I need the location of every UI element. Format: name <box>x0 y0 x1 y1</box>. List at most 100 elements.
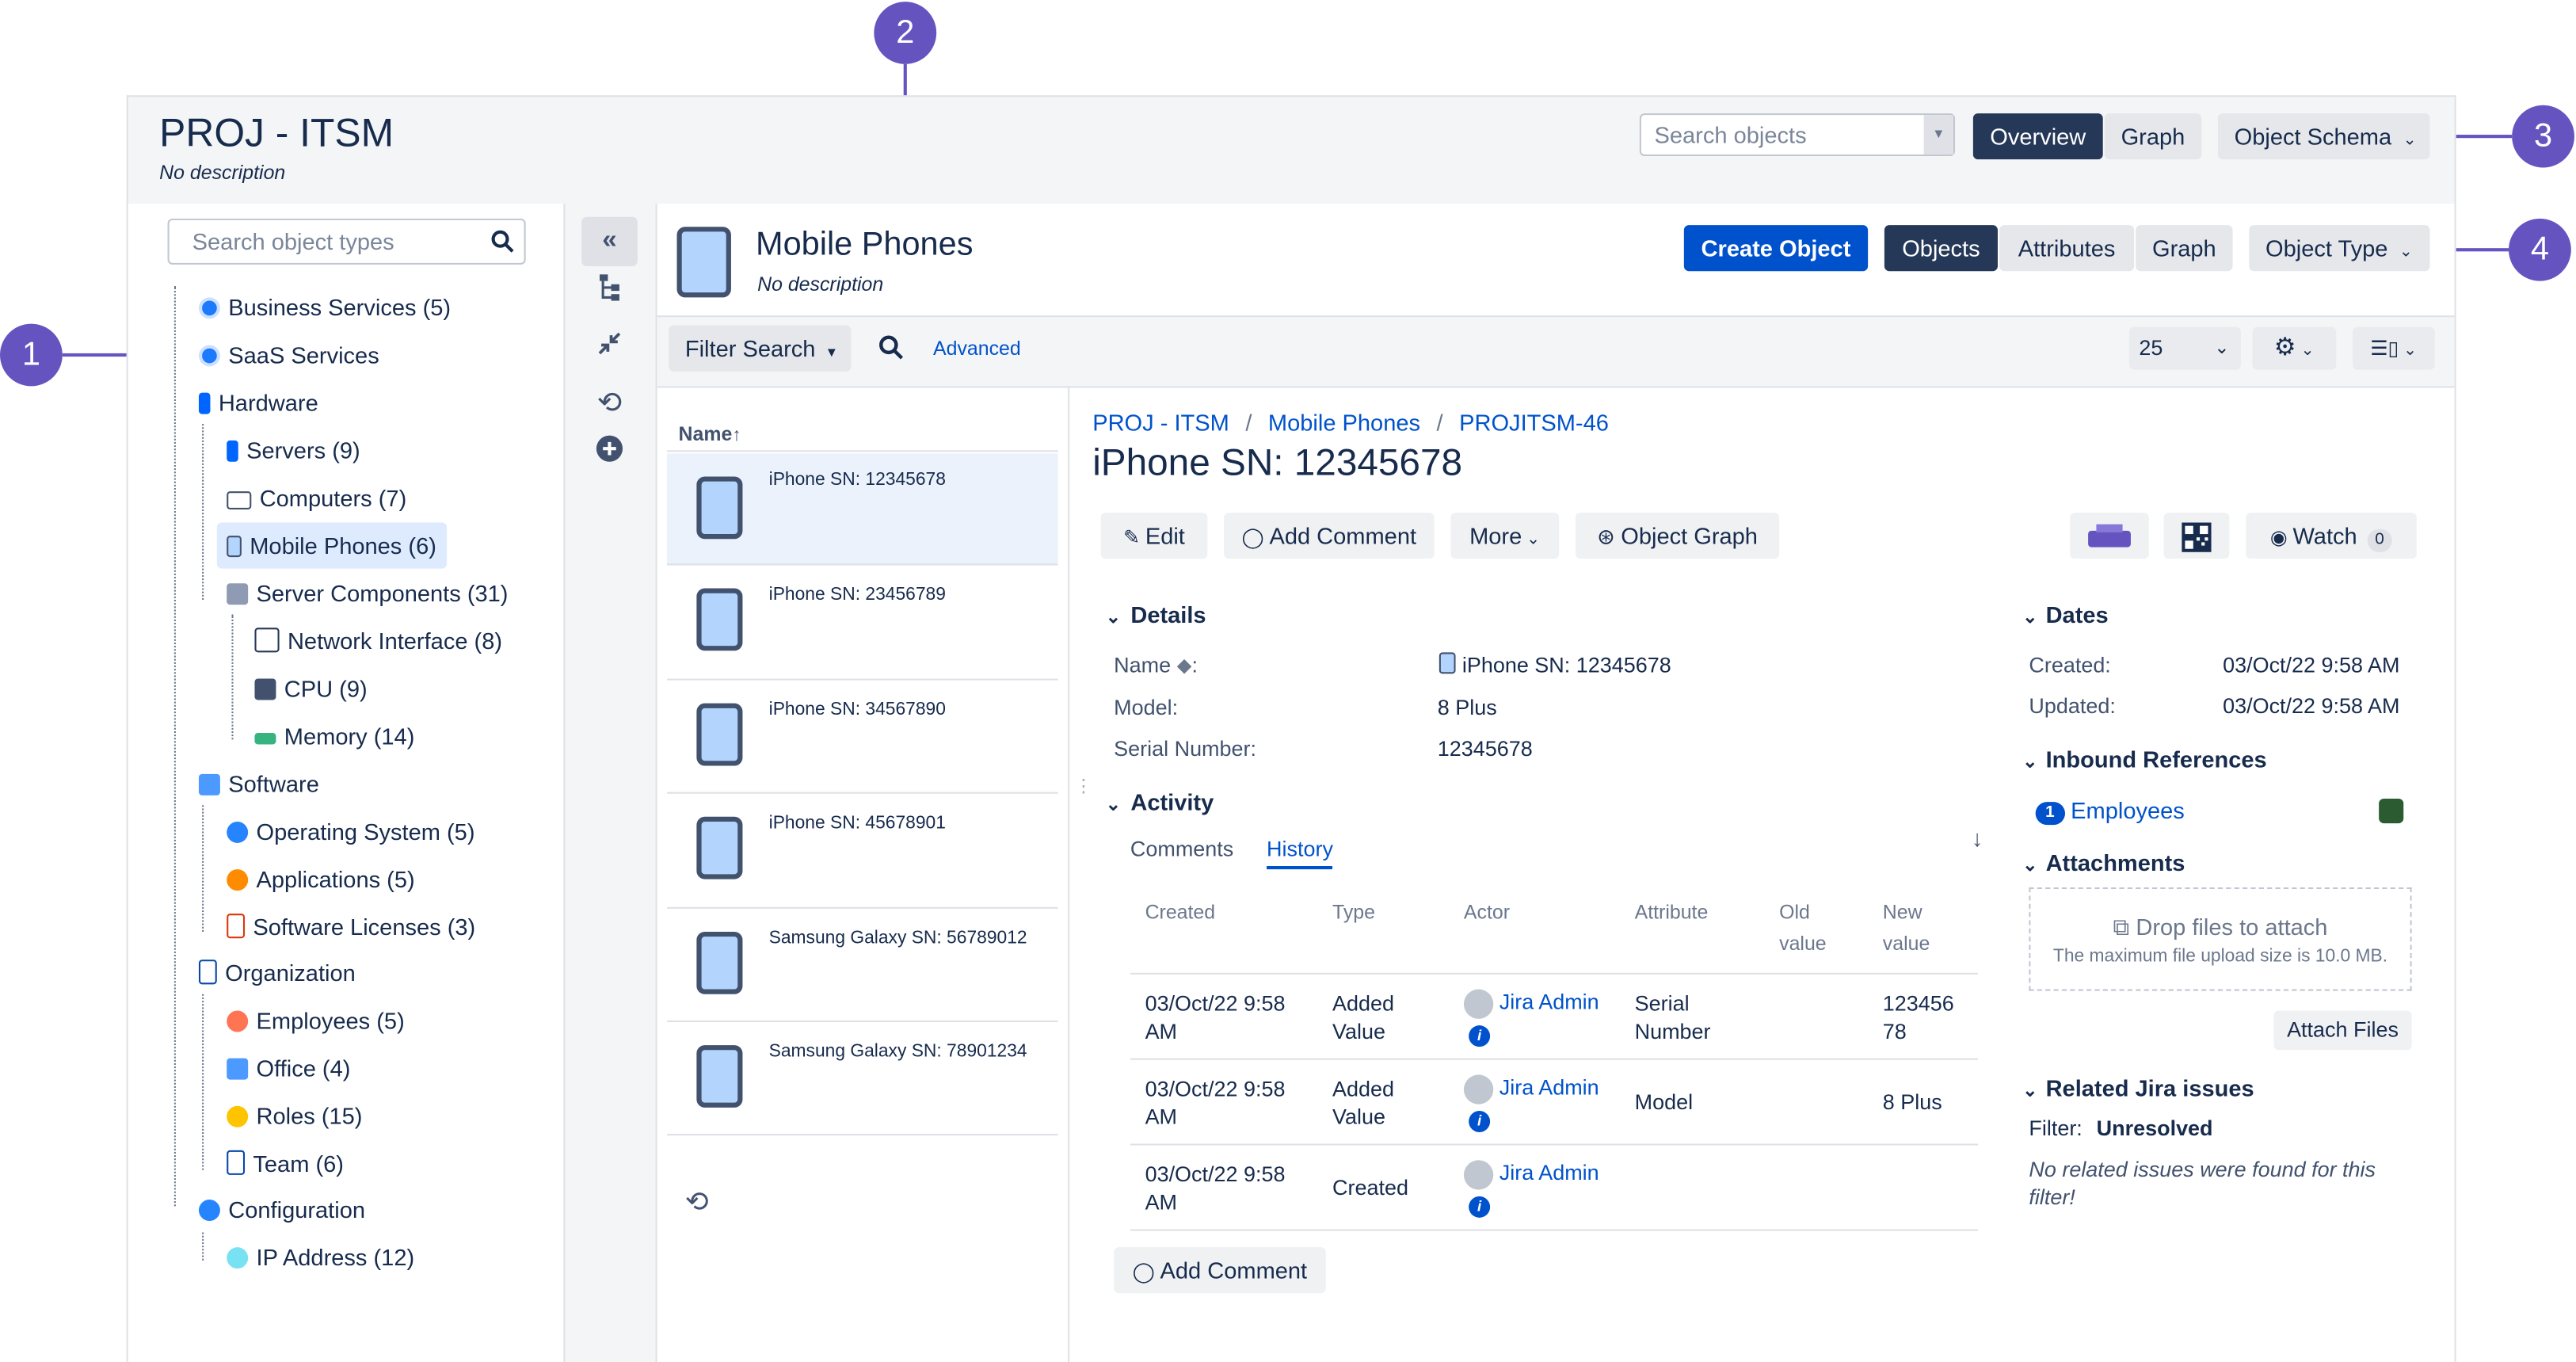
attachments-section-header[interactable]: ⌄ Attachments <box>2022 849 2185 876</box>
settings-dropdown[interactable]: ⚙ ⌄ <box>2252 326 2337 370</box>
tree-item-applications[interactable]: Applications (5) <box>220 860 421 899</box>
info-icon[interactable]: i <box>1469 1024 1491 1047</box>
tree-item-operating-system[interactable]: Operating System (5) <box>220 812 482 852</box>
add-comment-bottom-button[interactable]: ◯ Add Comment <box>1114 1247 1326 1294</box>
roles-icon <box>227 1105 249 1127</box>
tab-object-type-graph[interactable]: Graph <box>2136 225 2233 272</box>
info-icon[interactable]: i <box>1469 1195 1491 1217</box>
tree-line <box>173 285 176 1207</box>
tree-item-memory[interactable]: Memory (14) <box>248 716 421 756</box>
tree-item-servers[interactable]: Servers (9) <box>220 430 367 470</box>
list-item[interactable]: iPhone SN: 34567890 <box>667 681 1058 794</box>
tree-item-saas-services[interactable]: SaaS Services <box>192 335 386 375</box>
watch-button[interactable]: ◉ Watch 0 <box>2246 513 2417 559</box>
print-label-button[interactable] <box>2070 513 2149 559</box>
name-value-link[interactable]: iPhone SN: 12345678 <box>1439 652 1671 677</box>
search-icon[interactable] <box>491 230 514 253</box>
collapse-panel-icon[interactable]: « <box>581 216 638 266</box>
breadcrumb-schema[interactable]: PROJ - ITSM <box>1092 409 1229 435</box>
tree-item-ip-address[interactable]: IP Address (12) <box>220 1238 421 1277</box>
tab-attributes[interactable]: Attributes <box>1999 225 2135 272</box>
component-icon <box>227 583 249 605</box>
tree-item-roles[interactable]: Roles (15) <box>220 1096 369 1135</box>
list-item[interactable]: Samsung Galaxy SN: 78901234 <box>667 1022 1058 1136</box>
info-icon[interactable]: i <box>1469 1110 1491 1132</box>
list-item[interactable]: iPhone SN: 23456789 <box>667 565 1058 681</box>
tree-item-hardware[interactable]: Hardware <box>192 383 325 422</box>
history-new-value[interactable]: 8 Plus <box>1883 1088 1965 1116</box>
tree-item-cpu[interactable]: CPU (9) <box>248 669 374 708</box>
schema-graph-button[interactable]: Graph <box>2104 113 2202 160</box>
breadcrumb-separator: / <box>1436 409 1443 436</box>
inbound-employees-link[interactable]: 1 Employees <box>2035 797 2185 826</box>
tab-comments[interactable]: Comments <box>1130 837 1233 861</box>
chevron-down-icon: ⌄ <box>2403 131 2417 150</box>
add-comment-button[interactable]: ◯ Add Comment <box>1224 513 1435 559</box>
tree-item-software[interactable]: Software <box>192 764 326 803</box>
search-objects-input[interactable] <box>1640 115 1939 155</box>
object-type-dropdown[interactable]: Object Type ⌄ <box>2249 225 2430 272</box>
overview-button[interactable]: Overview <box>1972 113 2103 160</box>
drag-handle-icon[interactable]: ⋮ <box>1074 776 1092 797</box>
refresh-icon[interactable]: ⟲ <box>685 1186 709 1219</box>
filter-search-dropdown[interactable]: Filter Search ▼ <box>669 325 852 372</box>
refresh-icon[interactable]: ⟲ <box>581 378 638 427</box>
search-object-types-input[interactable] <box>169 219 512 263</box>
actor-link[interactable]: Jira Admin <box>1499 1074 1599 1099</box>
breadcrumb-object-type[interactable]: Mobile Phones <box>1268 409 1420 435</box>
search-object-types[interactable] <box>167 218 526 265</box>
caret-down-icon: ▼ <box>825 345 839 361</box>
search-objects[interactable]: ▼ <box>1639 113 1956 157</box>
tab-objects[interactable]: Objects <box>1884 225 1998 272</box>
tree-item-employees[interactable]: Employees (5) <box>220 1001 411 1040</box>
list-item[interactable]: Samsung Galaxy SN: 56789012 <box>667 909 1058 1023</box>
history-col-attribute: Attribute <box>1634 900 1709 924</box>
tree-item-team[interactable]: Team (6) <box>220 1144 350 1184</box>
tree-item-organization[interactable]: Organization <box>192 953 362 993</box>
add-icon[interactable] <box>581 432 638 481</box>
list-header[interactable]: Name↑ <box>667 422 1058 452</box>
tree-item-business-services[interactable]: Business Services (5) <box>192 288 458 327</box>
tree-item-configuration[interactable]: Configuration <box>192 1190 372 1230</box>
tree-structure-icon[interactable] <box>581 271 638 320</box>
history-new-value[interactable]: 12345678 <box>1883 990 1965 1046</box>
more-dropdown[interactable]: More ⌄ <box>1450 513 1560 559</box>
object-graph-button[interactable]: ⊛ Object Graph <box>1575 513 1780 559</box>
name-label-text: Name <box>1114 652 1172 677</box>
related-issues-header[interactable]: ⌄ Related Jira issues <box>2022 1074 2254 1101</box>
tab-history[interactable]: History <box>1267 837 1333 870</box>
tree-item-software-licenses[interactable]: Software Licenses (3) <box>220 907 482 947</box>
list-item[interactable]: iPhone SN: 45678901 <box>667 794 1058 909</box>
search-objects-dropdown-icon[interactable]: ▼ <box>1923 115 1953 155</box>
tree-item-mobile-phones[interactable]: Mobile Phones (6) <box>216 522 447 569</box>
collapse-arrows-icon[interactable] <box>581 326 638 375</box>
inbound-references-header[interactable]: ⌄ Inbound References <box>2022 746 2267 773</box>
tree-item-label: Team (6) <box>253 1150 344 1177</box>
sort-ascending-icon: ↑ <box>732 425 741 446</box>
edit-button[interactable]: ✎ Edit <box>1100 513 1208 559</box>
activity-section-header[interactable]: ⌄ Activity <box>1106 789 1214 815</box>
related-filter[interactable]: Filter: Unresolved <box>2029 1116 2212 1140</box>
attachment-drop-zone[interactable]: ⧉ Drop files to attach The maximum file … <box>2029 887 2412 991</box>
attach-files-button[interactable]: Attach Files <box>2273 1010 2412 1051</box>
tree-item-computers[interactable]: Computers (7) <box>220 479 413 518</box>
details-section-header[interactable]: ⌄ Details <box>1106 601 1206 628</box>
breadcrumb-object-key[interactable]: PROJITSM-46 <box>1459 409 1609 435</box>
view-mode-dropdown[interactable]: ☰▯ ⌄ <box>2352 326 2435 370</box>
advanced-link[interactable]: Advanced <box>933 337 1021 360</box>
tree-item-server-components[interactable]: Server Components (31) <box>220 574 515 613</box>
qr-code-button[interactable] <box>2163 513 2230 559</box>
list-item[interactable]: iPhone SN: 12345678 <box>667 453 1058 566</box>
tree-item-network-interface[interactable]: Network Interface (8) <box>248 621 509 661</box>
details-heading: Details <box>1130 601 1206 628</box>
search-icon[interactable] <box>879 335 904 360</box>
actor-link[interactable]: Jira Admin <box>1499 1160 1599 1185</box>
create-object-button[interactable]: Create Object <box>1683 225 1869 272</box>
dates-section-header[interactable]: ⌄ Dates <box>2022 601 2109 628</box>
actor-link[interactable]: Jira Admin <box>1499 990 1599 1014</box>
object-schema-dropdown[interactable]: Object Schema ⌄ <box>2217 113 2430 160</box>
no-related-issues-text: No related issues were found for this fi… <box>2029 1157 2376 1210</box>
tree-item-office[interactable]: Office (4) <box>220 1048 357 1088</box>
sort-descending-icon[interactable]: ↓ <box>1972 825 1983 851</box>
page-size-select[interactable]: 25 ⌄ <box>2128 326 2241 370</box>
